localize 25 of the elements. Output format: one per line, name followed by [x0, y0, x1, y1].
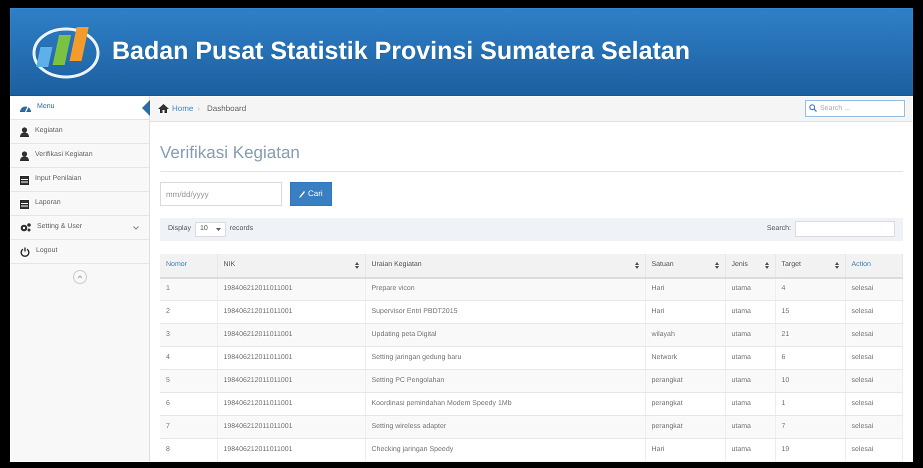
search-icon: [809, 104, 817, 112]
caret-icon: [216, 228, 221, 231]
user-icon: [20, 150, 29, 160]
sort-icon[interactable]: [714, 262, 718, 268]
calendar-icon: [20, 174, 29, 184]
breadcrumb-link[interactable]: Home: [172, 102, 194, 114]
pencil-icon: [299, 190, 305, 198]
page-title: Verifikasi Kegiatan: [160, 143, 300, 162]
sort-icon[interactable]: [634, 262, 638, 268]
power-icon: [20, 246, 30, 256]
search-button[interactable]: Cari: [290, 182, 332, 206]
home-icon: [158, 104, 169, 113]
site-title: Badan Pusat Statistik Provinsi Sumatera Selatan: [112, 36, 690, 68]
sort-icon[interactable]: [834, 262, 838, 268]
gears-icon: [20, 223, 31, 232]
calendar-icon: [20, 198, 29, 208]
table-search-field[interactable]: [795, 221, 895, 238]
breadcrumb-link[interactable]: Dashboard: [207, 102, 246, 114]
separator-icon: ›: [197, 102, 200, 114]
sort-icon[interactable]: [764, 262, 768, 268]
user-icon: [20, 126, 29, 136]
pointer-icon: [142, 100, 150, 116]
sort-icon[interactable]: [354, 262, 358, 268]
date-field[interactable]: mm/dd/yyyy: [160, 182, 282, 206]
collapse-icon: [76, 274, 82, 280]
